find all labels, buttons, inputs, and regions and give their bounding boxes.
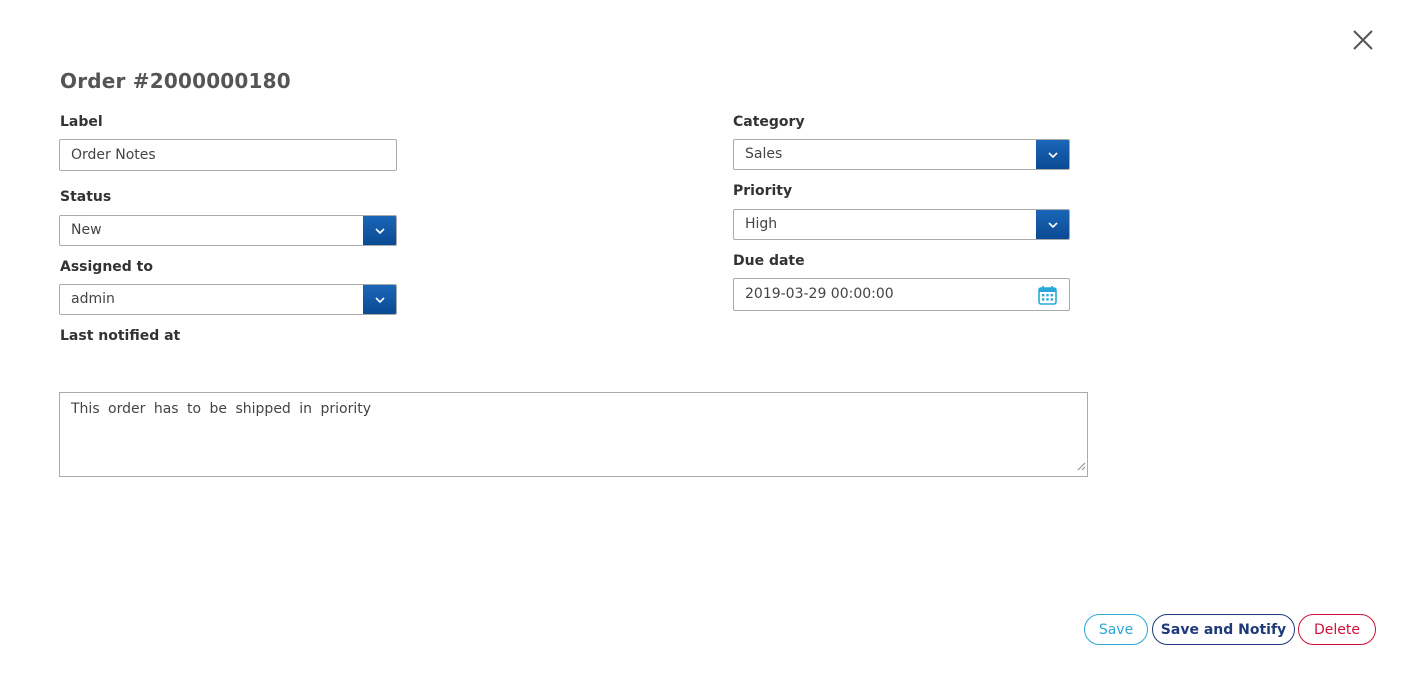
last-notified-caption: Last notified at	[60, 328, 181, 344]
status-select-value: New	[71, 222, 102, 238]
status-field-caption: Status	[60, 189, 112, 205]
assigned-to-select-value: admin	[71, 291, 115, 307]
page-title: Order #2000000180	[60, 69, 291, 93]
due-date-value: 2019-03-29 00:00:00	[745, 286, 894, 302]
notes-textarea[interactable]: This order has to be shipped in priority	[59, 392, 1088, 477]
chevron-down-icon[interactable]	[1036, 210, 1069, 239]
chevron-down-icon[interactable]	[363, 285, 396, 314]
delete-button[interactable]: Delete	[1298, 614, 1376, 645]
due-date-field-caption: Due date	[733, 253, 805, 269]
priority-select-value: High	[745, 216, 778, 232]
status-select[interactable]: New	[59, 215, 397, 246]
priority-field-caption: Priority	[733, 183, 793, 199]
close-icon[interactable]	[1350, 27, 1376, 53]
category-select[interactable]: Sales	[733, 139, 1070, 170]
category-select-value: Sales	[745, 146, 783, 162]
order-dialog: Order #2000000180 Label Order Notes Stat…	[0, 0, 1404, 674]
notes-text: This order has to be shipped in priority	[71, 401, 372, 417]
chevron-down-icon[interactable]	[363, 216, 396, 245]
label-input[interactable]: Order Notes	[59, 139, 397, 171]
assigned-to-select[interactable]: admin	[59, 284, 397, 315]
assigned-to-field-caption: Assigned to	[60, 259, 153, 275]
due-date-input[interactable]: 2019-03-29 00:00:00	[733, 278, 1070, 311]
category-field-caption: Category	[733, 114, 805, 130]
priority-select[interactable]: High	[733, 209, 1070, 240]
save-button[interactable]: Save	[1084, 614, 1148, 645]
resize-grip-icon[interactable]	[1077, 459, 1086, 475]
chevron-down-icon[interactable]	[1036, 140, 1069, 169]
label-field-caption: Label	[60, 114, 103, 130]
save-and-notify-button[interactable]: Save and Notify	[1152, 614, 1295, 645]
calendar-icon[interactable]	[1038, 285, 1057, 309]
